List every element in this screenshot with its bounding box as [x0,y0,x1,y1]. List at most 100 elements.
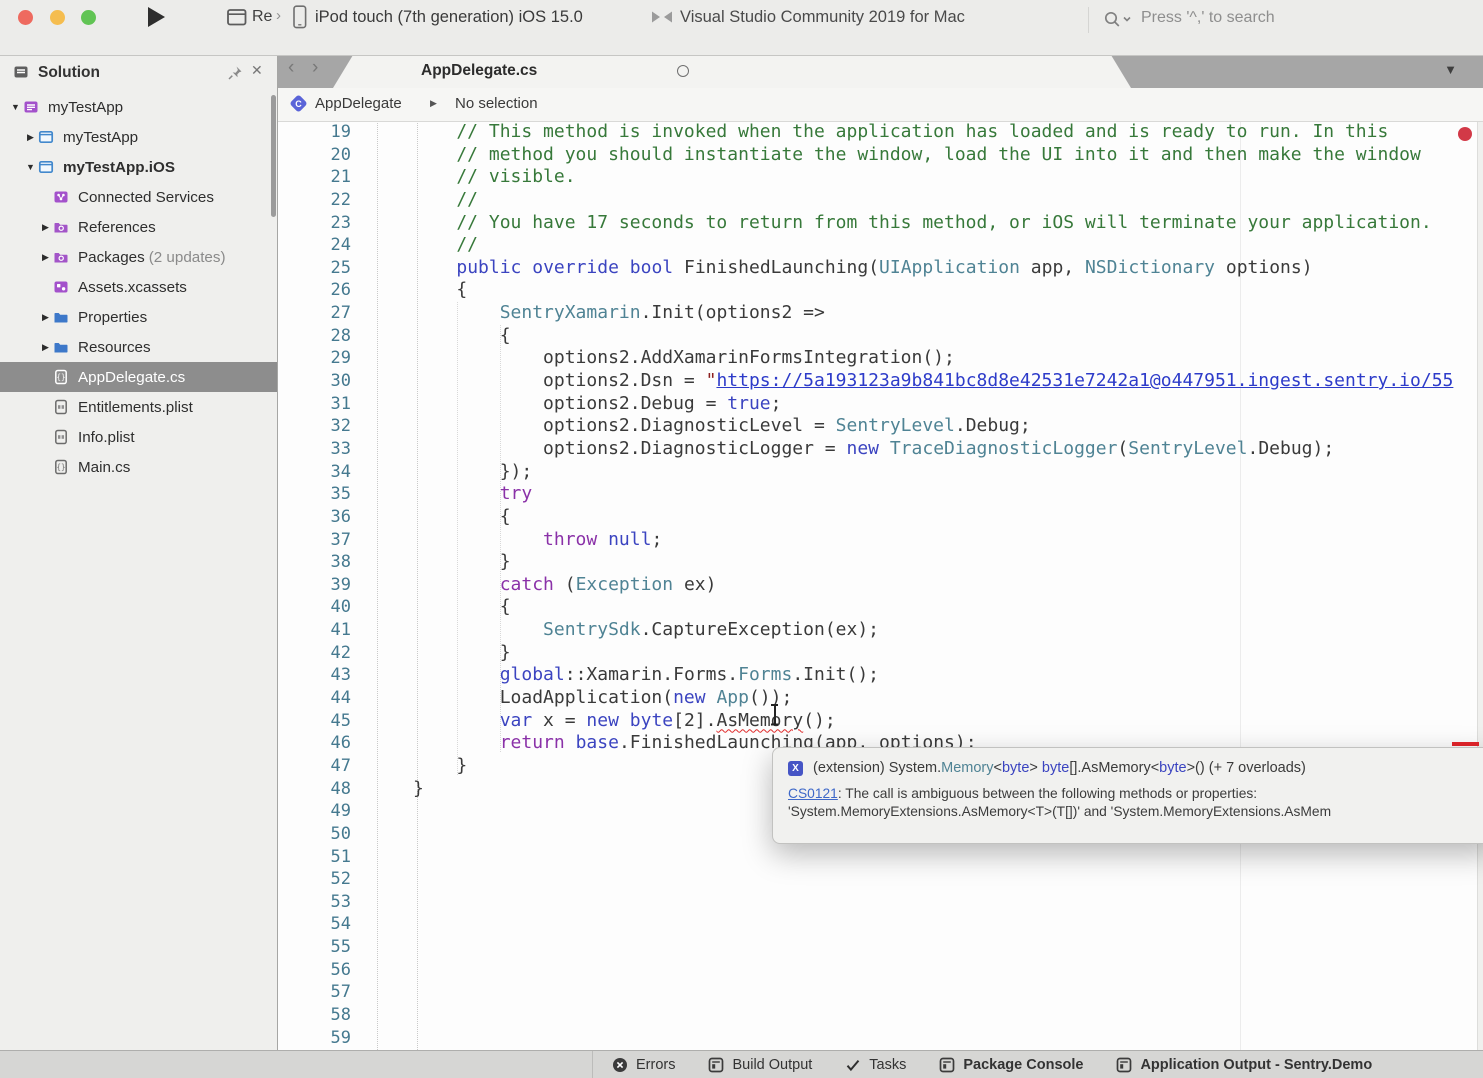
global-search-field[interactable]: Press '^,' to search [1103,6,1473,34]
line-number[interactable]: 57 [278,981,351,1004]
line-number[interactable]: 33 [278,438,351,461]
line-number[interactable]: 34 [278,461,351,484]
code-line[interactable]: { [413,279,1453,302]
line-number[interactable]: 23 [278,212,351,235]
expander-right-icon[interactable]: ▶ [38,252,53,263]
sidebar-item-mytestapp-ios[interactable]: ▼myTestApp.iOS [0,152,277,182]
line-number[interactable]: 49 [278,800,351,823]
line-number[interactable]: 41 [278,619,351,642]
line-number[interactable]: 38 [278,551,351,574]
code-line[interactable]: // You have 17 seconds to return from th… [413,212,1453,235]
sidebar-item-packages[interactable]: ▶Packages(2 updates) [0,242,277,272]
expander-right-icon[interactable]: ▶ [38,342,53,353]
code-line[interactable]: // [413,234,1453,257]
code-line[interactable]: SentryXamarin.Init(options2 => [413,302,1453,325]
breadcrumb-selection[interactable]: No selection [455,95,538,112]
code-line[interactable]: // This method is invoked when the appli… [413,121,1453,144]
line-number[interactable]: 32 [278,415,351,438]
code-line[interactable] [413,959,1453,982]
statusbar-build-output[interactable]: Build Output [708,1057,812,1073]
configuration-selector[interactable]: Re [252,8,272,26]
line-number[interactable]: 22 [278,189,351,212]
code-line[interactable]: options2.Dsn = "https://5a193123a9b841bc… [413,370,1453,393]
code-line[interactable]: options2.AddXamarinFormsIntegration(); [413,347,1453,370]
error-code-link[interactable]: CS0121 [788,786,838,801]
code-editor[interactable]: 1920212223242526272829303132333435363738… [278,121,1483,1050]
statusbar-tasks[interactable]: Tasks [845,1057,906,1073]
sidebar-item-properties[interactable]: ▶Properties [0,302,277,332]
code-line[interactable]: try [413,483,1453,506]
navigate-forward-icon[interactable]: › [312,57,318,79]
line-number[interactable]: 27 [278,302,351,325]
code-line[interactable]: throw null; [413,529,1453,552]
sidebar-item-appdelegate-cs[interactable]: {}AppDelegate.cs [0,362,277,392]
code-line[interactable] [413,981,1453,1004]
code-line[interactable] [413,1027,1453,1050]
line-number[interactable]: 40 [278,596,351,619]
code-line[interactable]: global::Xamarin.Forms.Forms.Init(); [413,664,1453,687]
line-number[interactable]: 51 [278,846,351,869]
code-line[interactable] [413,1004,1453,1027]
code-line[interactable]: } [413,551,1453,574]
run-button[interactable] [148,7,165,27]
code-line[interactable]: { [413,325,1453,348]
traffic-light-close-icon[interactable] [18,10,33,25]
line-number[interactable]: 46 [278,732,351,755]
statusbar-application-output-sentry-demo[interactable]: Application Output - Sentry.Demo [1116,1057,1372,1073]
line-number[interactable]: 25 [278,257,351,280]
close-icon[interactable]: ✕ [251,62,263,79]
editor-scrollbar[interactable] [1477,121,1483,1050]
code-line[interactable] [413,846,1453,869]
statusbar-errors[interactable]: Errors [612,1057,675,1073]
traffic-light-minimize-icon[interactable] [50,10,65,25]
sidebar-item-mytestapp[interactable]: ▼myTestApp [0,92,277,122]
line-number[interactable]: 35 [278,483,351,506]
line-number[interactable]: 59 [278,1027,351,1050]
scrollbar-error-marker[interactable] [1452,742,1479,746]
line-number[interactable]: 56 [278,959,351,982]
line-number[interactable]: 45 [278,710,351,733]
expander-right-icon[interactable]: ▶ [23,132,38,143]
line-number[interactable]: 55 [278,936,351,959]
sidebar-item-connected-services[interactable]: Connected Services [0,182,277,212]
line-number[interactable]: 26 [278,279,351,302]
sidebar-item-mytestapp[interactable]: ▶myTestApp [0,122,277,152]
line-number[interactable]: 47 [278,755,351,778]
line-number[interactable]: 37 [278,529,351,552]
sidebar-item-references[interactable]: ▶References [0,212,277,242]
line-number[interactable]: 43 [278,664,351,687]
code-line[interactable]: // visible. [413,166,1453,189]
line-number[interactable]: 24 [278,234,351,257]
line-number[interactable]: 21 [278,166,351,189]
line-number[interactable]: 58 [278,1004,351,1027]
code-line[interactable]: }); [413,461,1453,484]
line-number[interactable]: 52 [278,868,351,891]
sidebar-item-resources[interactable]: ▶Resources [0,332,277,362]
code-line[interactable] [413,936,1453,959]
line-number[interactable]: 28 [278,325,351,348]
expander-down-icon[interactable]: ▼ [8,102,23,112]
code-line[interactable]: { [413,506,1453,529]
line-number[interactable]: 50 [278,823,351,846]
line-number[interactable]: 29 [278,347,351,370]
statusbar-package-console[interactable]: Package Console [939,1057,1083,1073]
dsn-url-link[interactable]: https://5a193123a9b841bc8d8e42531e7242a1… [716,370,1453,391]
tab-list-dropdown-icon[interactable]: ▼ [1444,62,1457,77]
line-number[interactable]: 19 [278,121,351,144]
code-line[interactable]: options2.DiagnosticLevel = SentryLevel.D… [413,415,1453,438]
sidebar-item-assets-xcassets[interactable]: Assets.xcassets [0,272,277,302]
line-number[interactable]: 42 [278,642,351,665]
line-number[interactable]: 53 [278,891,351,914]
configuration-chevron-icon[interactable]: › [276,7,281,24]
pin-icon[interactable] [227,65,243,86]
line-number[interactable]: 31 [278,393,351,416]
expander-down-icon[interactable]: ▼ [23,162,38,172]
code-line[interactable]: var x = new byte[2].AsMemory(); [413,710,1453,733]
code-line[interactable]: // [413,189,1453,212]
tab-modified-icon[interactable] [677,65,689,77]
line-number[interactable]: 20 [278,144,351,167]
code-line[interactable]: } [413,642,1453,665]
code-line[interactable]: SentrySdk.CaptureException(ex); [413,619,1453,642]
code-line[interactable]: options2.Debug = true; [413,393,1453,416]
code-line[interactable]: // method you should instantiate the win… [413,144,1453,167]
